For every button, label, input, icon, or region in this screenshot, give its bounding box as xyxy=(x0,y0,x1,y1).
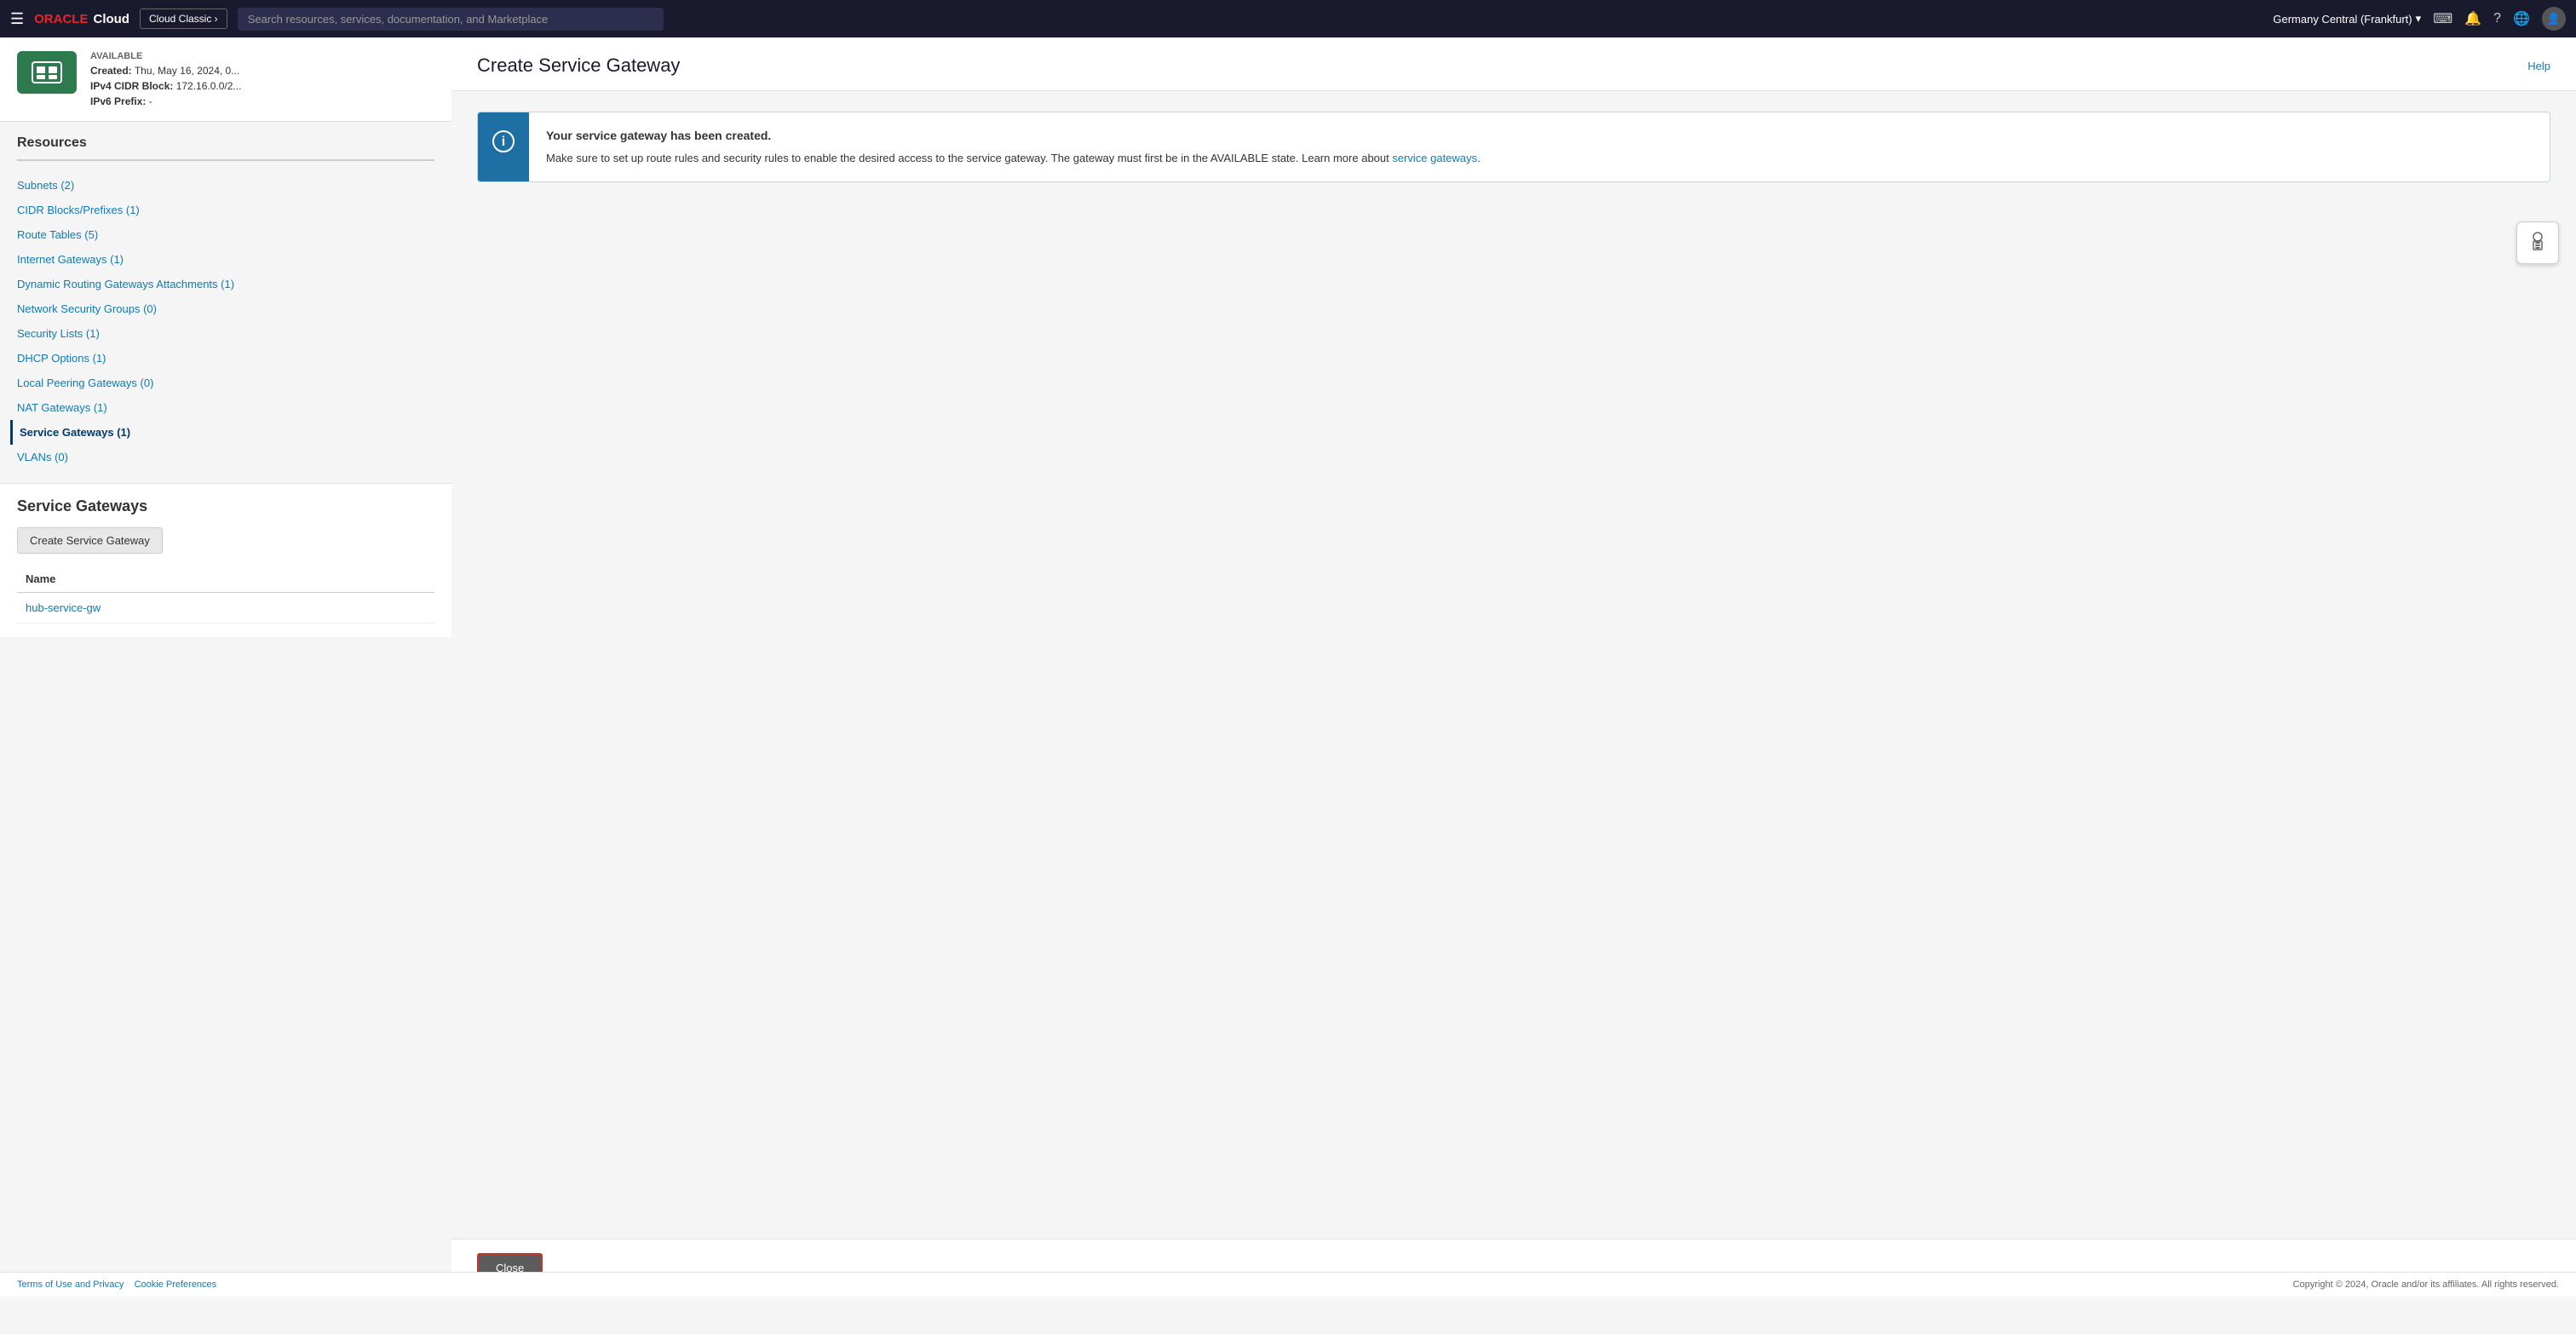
oracle-logo: ORACLE Cloud xyxy=(34,12,129,26)
cloud-text: Cloud xyxy=(93,12,129,26)
dialog-title: Create Service Gateway xyxy=(477,55,680,77)
cloud-classic-button[interactable]: Cloud Classic › xyxy=(140,9,227,29)
sidebar-item-service-gateways[interactable]: Service Gateways (1) xyxy=(10,420,434,445)
dialog-body: i Your service gateway has been created.… xyxy=(451,91,2576,1239)
resources-title: Resources xyxy=(17,135,434,161)
user-avatar[interactable]: 👤 xyxy=(2542,7,2566,31)
sg-table: Name hub-service-gw xyxy=(17,566,434,624)
sidebar-item-vlans[interactable]: VLANs (0) xyxy=(17,445,434,469)
bell-icon[interactable]: 🔔 xyxy=(2464,10,2481,27)
info-banner-body: Make sure to set up route rules and secu… xyxy=(546,150,1481,168)
avatar-icon: 👤 xyxy=(2547,12,2561,26)
region-chevron-icon: ▾ xyxy=(2416,12,2422,26)
left-panel: AVAILABLE Created: Thu, May 16, 2024, 0.… xyxy=(0,37,451,1297)
service-gateways-link[interactable]: service gateways xyxy=(1392,152,1477,164)
vcn-info: AVAILABLE Created: Thu, May 16, 2024, 0.… xyxy=(90,51,434,107)
vcn-badge xyxy=(17,51,77,94)
resources-list: Subnets (2) CIDR Blocks/Prefixes (1) Rou… xyxy=(17,173,434,469)
sidebar-item-route-tables[interactable]: Route Tables (5) xyxy=(17,222,434,247)
service-gateways-section: Service Gateways Create Service Gateway … xyxy=(0,483,451,637)
vcn-header: AVAILABLE Created: Thu, May 16, 2024, 0.… xyxy=(0,37,451,122)
search-container xyxy=(238,8,664,31)
topbar-right: Germany Central (Frankfurt) ▾ ⌨ 🔔 ? 🌐 👤 xyxy=(2273,7,2566,31)
page-footer: Terms of Use and Privacy Cookie Preferen… xyxy=(0,1272,2576,1297)
info-banner-icon-area: i xyxy=(478,112,529,181)
sidebar-item-internet-gateways[interactable]: Internet Gateways (1) xyxy=(17,247,434,272)
sidebar-item-drg[interactable]: Dynamic Routing Gateways Attachments (1) xyxy=(17,272,434,296)
dialog-help-link[interactable]: Help xyxy=(2527,60,2550,72)
sidebar-item-nat[interactable]: NAT Gateways (1) xyxy=(17,395,434,420)
help-widget-icon xyxy=(2525,230,2550,256)
sg-section-title: Service Gateways xyxy=(17,497,434,515)
sidebar-item-nsg[interactable]: Network Security Groups (0) xyxy=(17,296,434,321)
sg-row-name[interactable]: hub-service-gw xyxy=(17,593,434,624)
help-icon[interactable]: ? xyxy=(2493,11,2501,26)
code-icon[interactable]: ⌨ xyxy=(2433,10,2452,27)
sidebar-item-security-lists[interactable]: Security Lists (1) xyxy=(17,321,434,346)
create-service-gateway-button[interactable]: Create Service Gateway xyxy=(17,527,163,554)
vcn-ipv6: IPv6 Prefix: - xyxy=(90,95,434,107)
sidebar-item-dhcp[interactable]: DHCP Options (1) xyxy=(17,346,434,371)
dialog-header: Create Service Gateway Help xyxy=(451,37,2576,91)
region-selector[interactable]: Germany Central (Frankfurt) ▾ xyxy=(2273,12,2421,26)
topbar: ☰ ORACLE Cloud Cloud Classic › Germany C… xyxy=(0,0,2576,37)
info-circle-icon: i xyxy=(492,129,515,153)
sidebar-item-local-peering[interactable]: Local Peering Gateways (0) xyxy=(17,371,434,395)
cookie-link[interactable]: Cookie Preferences xyxy=(135,1279,217,1290)
sg-table-header-name: Name xyxy=(17,566,434,593)
hamburger-menu[interactable]: ☰ xyxy=(10,10,24,28)
help-widget[interactable] xyxy=(2516,221,2559,264)
footer-copyright: Copyright © 2024, Oracle and/or its affi… xyxy=(2293,1279,2559,1290)
sidebar-item-cidr[interactable]: CIDR Blocks/Prefixes (1) xyxy=(17,198,434,222)
sidebar-item-subnets[interactable]: Subnets (2) xyxy=(17,173,434,198)
oracle-text: ORACLE xyxy=(34,12,88,26)
footer-left: Terms of Use and Privacy Cookie Preferen… xyxy=(17,1279,216,1290)
vcn-ipv4: IPv4 CIDR Block: 172.16.0.0/2... xyxy=(90,80,434,92)
resources-panel: Resources Subnets (2) CIDR Blocks/Prefix… xyxy=(0,122,451,483)
info-banner: i Your service gateway has been created.… xyxy=(477,112,2550,182)
create-service-gateway-dialog: Create Service Gateway Help i Your servi… xyxy=(451,37,2576,1297)
info-banner-headline: Your service gateway has been created. xyxy=(546,126,1481,145)
svg-text:i: i xyxy=(502,135,505,149)
main-wrapper: AVAILABLE Created: Thu, May 16, 2024, 0.… xyxy=(0,37,2576,1297)
search-input[interactable] xyxy=(238,8,664,31)
globe-icon[interactable]: 🌐 xyxy=(2513,10,2530,27)
info-banner-content: Your service gateway has been created. M… xyxy=(529,112,1498,181)
region-label: Germany Central (Frankfurt) xyxy=(2273,13,2412,26)
vcn-status: AVAILABLE xyxy=(90,51,434,61)
vcn-created: Created: Thu, May 16, 2024, 0... xyxy=(90,65,434,77)
table-row: hub-service-gw xyxy=(17,593,434,624)
terms-link[interactable]: Terms of Use and Privacy xyxy=(17,1279,124,1290)
